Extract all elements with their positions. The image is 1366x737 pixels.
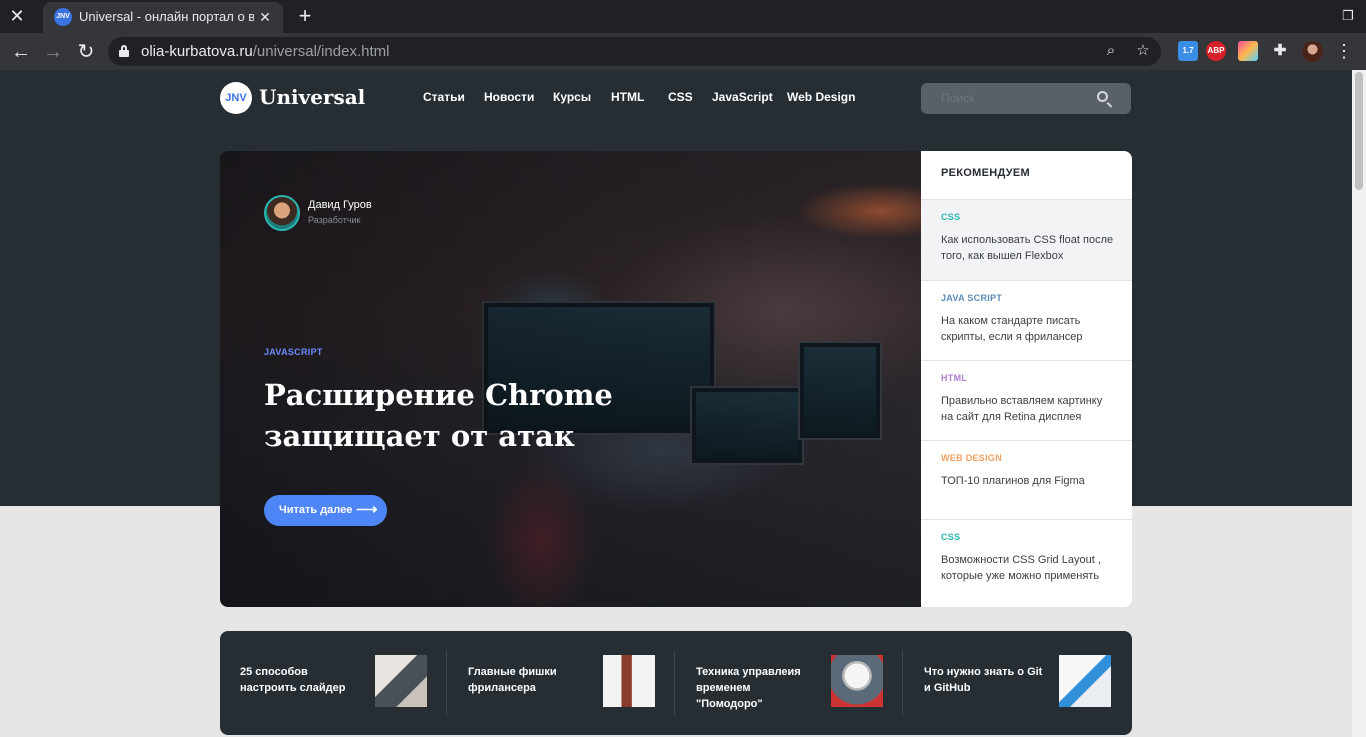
devices-thumbnail-icon[interactable] xyxy=(1059,655,1111,707)
recommend-item[interactable]: CSS Возможности CSS Grid Layout , которы… xyxy=(921,519,1132,607)
browser-tab-bar: ✕ JNV Universal - онлайн портал о веб ✕ … xyxy=(0,0,1366,33)
reload-icon[interactable]: ↻ xyxy=(73,39,99,65)
adblock-icon[interactable]: ABP xyxy=(1206,41,1226,61)
browser-menu-icon[interactable]: ⋮ xyxy=(1335,41,1353,62)
clock-thumbnail-icon[interactable] xyxy=(831,655,883,707)
recommend-item[interactable]: WEB DESIGN ТОП-10 плагинов для Figma xyxy=(921,440,1132,519)
url-text: olia-kurbatova.ru/universal/index.html xyxy=(141,43,389,60)
scrollbar-thumb[interactable] xyxy=(1355,72,1363,190)
new-tab-button[interactable]: + xyxy=(294,4,316,28)
address-bar[interactable]: olia-kurbatova.ru/universal/index.html ⌕… xyxy=(108,37,1161,66)
recommend-item-title[interactable]: ТОП-10 плагинов для Figma xyxy=(941,473,1116,489)
featured-item[interactable]: Что нужно знать о Git и GitHub xyxy=(904,631,1132,735)
site-logo-mark[interactable]: JNV xyxy=(220,82,252,114)
url-path: /universal/index.html xyxy=(252,43,390,60)
profile-avatar[interactable] xyxy=(1302,41,1323,62)
nav-item-articles[interactable]: Статьи xyxy=(423,90,465,104)
bookmark-star-icon[interactable]: ☆ xyxy=(1133,41,1153,61)
nav-item-news[interactable]: Новости xyxy=(484,90,534,104)
recommend-item[interactable]: HTML Правильно вставляем картинку на сай… xyxy=(921,360,1132,440)
search-placeholder: Поиск xyxy=(941,91,975,105)
lock-icon xyxy=(119,45,129,57)
recommend-item[interactable]: CSS Как использовать CSS float после тог… xyxy=(921,199,1132,280)
featured-item[interactable]: Главные фишки фрилансера xyxy=(448,631,676,735)
recommend-heading: РЕКОМЕНДУЕМ xyxy=(941,167,1031,179)
recommend-item-category[interactable]: WEB DESIGN xyxy=(941,453,1002,463)
featured-item-title[interactable]: Техника управлеия временем "Помодоро" xyxy=(696,664,816,712)
browser-tab-active[interactable]: JNV Universal - онлайн портал о веб ✕ xyxy=(43,2,283,33)
nav-item-courses[interactable]: Курсы xyxy=(553,90,591,104)
recommend-item-category[interactable]: CSS xyxy=(941,532,960,542)
close-window-icon[interactable]: ✕ xyxy=(6,5,28,27)
nav-item-html[interactable]: HTML xyxy=(611,90,644,104)
author-avatar[interactable] xyxy=(264,195,300,231)
tab-title: Universal - онлайн портал о веб xyxy=(79,9,254,24)
laptop-thumbnail-icon[interactable] xyxy=(375,655,427,707)
read-more-button[interactable]: Читать далее ⟶ xyxy=(264,495,387,526)
strip-divider xyxy=(674,651,675,715)
nav-item-web-design[interactable]: Web Design xyxy=(787,90,855,104)
featured-item-title[interactable]: Главные фишки фрилансера xyxy=(468,664,588,696)
author-role: Разработчик xyxy=(308,215,361,225)
tab-search-icon[interactable]: ❐ xyxy=(1340,8,1356,24)
extension-weather-icon[interactable]: 1.7 xyxy=(1178,41,1198,61)
site-logo-text[interactable]: Universal xyxy=(259,85,365,109)
recommend-item-title[interactable]: Как использовать CSS float после того, к… xyxy=(941,232,1116,264)
forward-arrow-icon[interactable]: → xyxy=(40,39,66,65)
zoom-icon[interactable]: ⌕ xyxy=(1101,41,1121,61)
hero-title[interactable]: Расширение Chrome защищает от атак xyxy=(264,375,684,457)
strip-divider xyxy=(902,651,903,715)
tab-favicon-icon: JNV xyxy=(54,8,72,26)
url-host: olia-kurbatova.ru xyxy=(141,43,253,60)
whiteboard-thumbnail-icon[interactable] xyxy=(603,655,655,707)
recommend-item-title[interactable]: На каком стандарте писать скрипты, если … xyxy=(941,313,1116,345)
page-scrollbar[interactable] xyxy=(1352,70,1366,737)
featured-item-title[interactable]: 25 способов настроить слайдер xyxy=(240,664,360,696)
nav-item-css[interactable]: CSS xyxy=(668,90,693,104)
recommend-item[interactable]: JAVA SCRIPT На каком стандарте писать ск… xyxy=(921,280,1132,360)
recommend-panel: РЕКОМЕНДУЕМ CSS Как использовать CSS flo… xyxy=(921,151,1132,607)
tab-close-icon[interactable]: ✕ xyxy=(256,8,274,26)
page-viewport: JNV Universal Статьи Новости Курсы HTML … xyxy=(0,70,1352,737)
featured-item[interactable]: 25 способов настроить слайдер xyxy=(220,631,448,735)
recommend-item-category[interactable]: CSS xyxy=(941,212,960,222)
nav-item-javascript[interactable]: JavaScript xyxy=(712,90,773,104)
recommend-item-category[interactable]: HTML xyxy=(941,373,967,383)
featured-item-title[interactable]: Что нужно знать о Git и GitHub xyxy=(924,664,1044,696)
extension-color-icon[interactable] xyxy=(1238,41,1258,61)
featured-item[interactable]: Техника управлеия временем "Помодоро" xyxy=(676,631,904,735)
hero-category[interactable]: JAVASCRIPT xyxy=(264,347,323,357)
site-search-input[interactable]: Поиск xyxy=(921,83,1131,114)
extensions-puzzle-icon[interactable]: ✚ xyxy=(1270,41,1290,61)
recommend-item-title[interactable]: Возможности CSS Grid Layout , которые уж… xyxy=(941,552,1116,584)
read-more-label: Читать далее xyxy=(279,504,353,516)
browser-toolbar: ← → ↻ olia-kurbatova.ru/universal/index.… xyxy=(0,33,1366,70)
recommend-item-title[interactable]: Правильно вставляем картинку на сайт для… xyxy=(941,393,1116,425)
recommend-item-category[interactable]: JAVA SCRIPT xyxy=(941,293,1002,303)
featured-strip: 25 способов настроить слайдер Главные фи… xyxy=(220,631,1132,735)
strip-divider xyxy=(446,651,447,715)
author-name[interactable]: Давид Гуров xyxy=(308,199,372,211)
arrow-right-icon: ⟶ xyxy=(356,501,378,518)
search-icon[interactable] xyxy=(1097,91,1108,102)
hero-banner[interactable]: Давид Гуров Разработчик JAVASCRIPT Расши… xyxy=(220,151,921,607)
back-arrow-icon[interactable]: ← xyxy=(8,39,34,65)
